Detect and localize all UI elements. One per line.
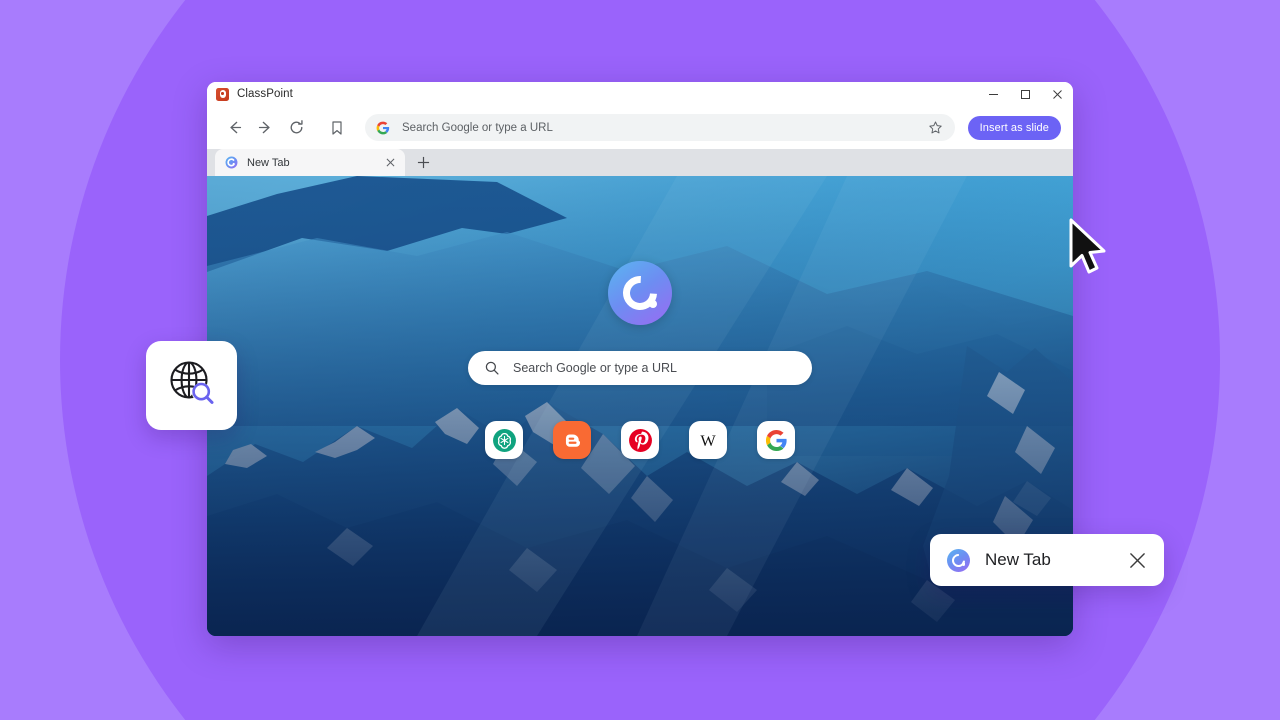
svg-text:W: W xyxy=(700,432,716,450)
window-titlebar: ClassPoint xyxy=(207,82,1073,106)
window-controls xyxy=(977,82,1073,106)
new-tab-search-placeholder: Search Google or type a URL xyxy=(513,361,677,375)
classpoint-logo xyxy=(947,548,970,572)
globe-search-card[interactable] xyxy=(146,341,237,430)
shortcut-google[interactable] xyxy=(757,421,795,459)
shortcut-pinterest[interactable] xyxy=(621,421,659,459)
globe-search-icon xyxy=(164,355,220,416)
omnibox[interactable]: Search Google or type a URL xyxy=(365,114,955,141)
insert-as-slide-button[interactable]: Insert as slide xyxy=(967,115,1061,140)
reload-icon[interactable] xyxy=(282,114,310,142)
new-tab-button[interactable] xyxy=(409,149,437,176)
wikipedia-icon: W xyxy=(700,432,716,450)
tab-new-tab[interactable]: New Tab xyxy=(215,149,405,176)
maximize-button[interactable] xyxy=(1009,82,1041,106)
browser-toolbar: Search Google or type a URL Insert as sl… xyxy=(207,106,1073,149)
tab-close-icon[interactable] xyxy=(382,155,398,171)
tab-strip: New Tab xyxy=(207,149,1073,176)
blogger-icon xyxy=(559,427,585,453)
back-arrow-icon[interactable] xyxy=(220,114,248,142)
screenshot-stage: ClassPoint Search Google or type a URL I… xyxy=(0,0,1280,720)
google-icon xyxy=(376,121,390,135)
classpoint-logo xyxy=(608,261,672,325)
new-tab-search-input[interactable]: Search Google or type a URL xyxy=(468,351,812,385)
toast-close-icon[interactable] xyxy=(1126,549,1148,571)
forward-arrow-icon[interactable] xyxy=(251,114,279,142)
omnibox-text: Search Google or type a URL xyxy=(402,121,553,134)
magnifier-icon xyxy=(484,360,500,376)
shortcut-list: W xyxy=(485,421,795,459)
tab-label: New Tab xyxy=(247,156,290,169)
new-tab-toast: New Tab xyxy=(930,534,1164,586)
classpoint-icon xyxy=(225,156,238,169)
shortcut-wikipedia[interactable]: W xyxy=(689,421,727,459)
openai-icon xyxy=(492,428,516,452)
star-icon[interactable] xyxy=(926,118,946,138)
toast-title: New Tab xyxy=(985,550,1051,569)
bookmark-icon[interactable] xyxy=(323,114,351,142)
app-title: ClassPoint xyxy=(237,88,293,100)
minimize-button[interactable] xyxy=(977,82,1009,106)
shortcut-blogger[interactable] xyxy=(553,421,591,459)
close-button[interactable] xyxy=(1041,82,1073,106)
google-icon xyxy=(765,429,787,451)
shortcut-chatgpt[interactable] xyxy=(485,421,523,459)
powerpoint-icon xyxy=(216,87,229,101)
pinterest-icon xyxy=(628,428,652,452)
